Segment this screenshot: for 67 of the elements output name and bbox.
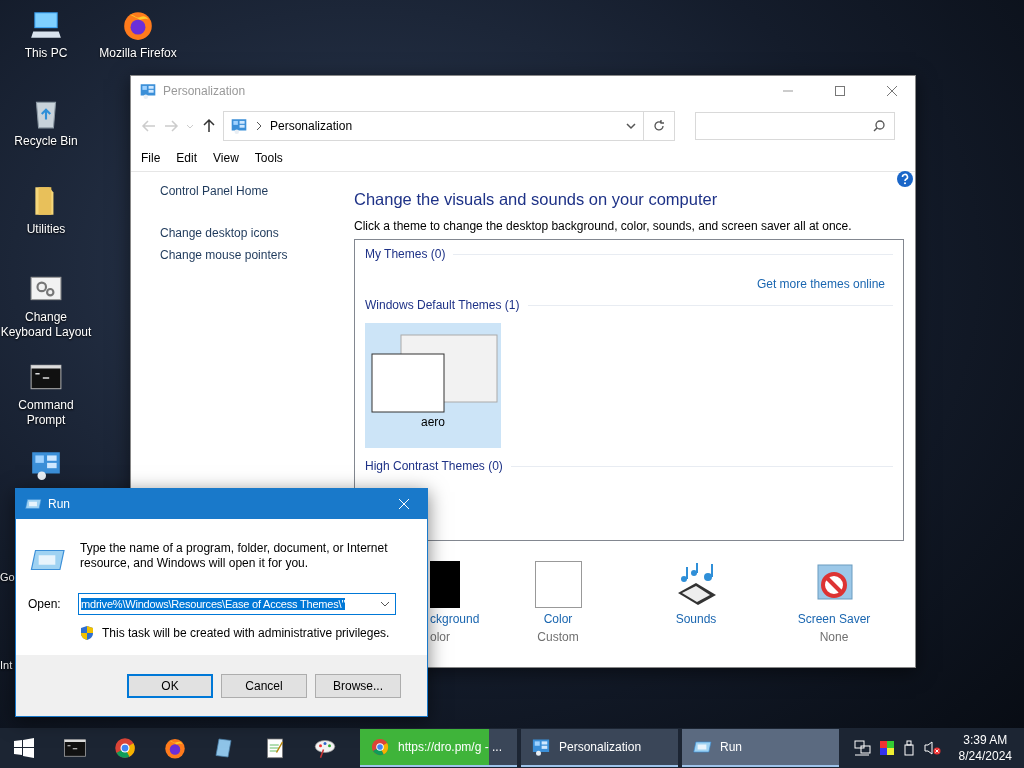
- shield-icon: [80, 625, 94, 641]
- control-panel-icon: [230, 117, 248, 135]
- dialog-button[interactable]: Cancel: [221, 673, 307, 698]
- dialog-button[interactable]: OK: [127, 673, 213, 698]
- setting-link[interactable]: ckground: [430, 612, 480, 626]
- up-arrow-icon[interactable]: [201, 118, 217, 134]
- page-heading: Change the visuals and sounds on your computer: [354, 190, 719, 209]
- sidebar-link[interactable]: Control Panel Home: [160, 184, 354, 198]
- color-swatch: [534, 561, 582, 608]
- dropdown-caret-icon[interactable]: [625, 120, 637, 132]
- windows-start-icon[interactable]: [14, 738, 34, 758]
- open-field[interactable]: mdrive%\Windows\Resources\Ease of Access Themes\": [78, 593, 396, 615]
- setting-link[interactable]: Color: [543, 612, 573, 626]
- terminal-icon: [63, 736, 87, 760]
- sidebar-link[interactable]: Change mouse pointers: [160, 248, 354, 262]
- more-themes-link[interactable]: Get more themes online: [756, 277, 885, 291]
- dialog-button[interactable]: Browse...: [315, 673, 401, 698]
- page-description: Click a theme to change the desktop background, color, sounds, and screen saver all at once.: [354, 219, 853, 233]
- sidebar-link[interactable]: Change desktop icons: [160, 226, 354, 240]
- desktop-icon-label[interactable]: This PC: [24, 46, 68, 61]
- theme-tile[interactable]: aero: [365, 323, 501, 448]
- setting-value: olor: [430, 630, 450, 644]
- desktop-icon-label[interactable]: Recycle Bin: [14, 134, 78, 149]
- color-display-icon[interactable]: [878, 740, 895, 756]
- control-panel-icon: [139, 82, 157, 100]
- group-title: High Contrast Themes (0): [365, 459, 503, 473]
- desktop-icon-label: Go: [0, 571, 15, 583]
- taskbar-button[interactable]: Run: [682, 729, 839, 767]
- maximize-icon[interactable]: [834, 85, 846, 97]
- fox-globe-icon: [163, 736, 187, 760]
- desktop-icon-label[interactable]: Command Prompt: [0, 398, 92, 428]
- menu-item[interactable]: Edit: [176, 151, 198, 165]
- help-icon[interactable]: [897, 171, 913, 187]
- menu-item[interactable]: File: [141, 151, 161, 165]
- taskbar-button[interactable]: Personalization: [521, 729, 678, 767]
- run-description: Type the name of a program, folder, document, or Internet resource, and Windows will open it for you.: [80, 541, 389, 571]
- chrome-logo-icon: [370, 737, 390, 757]
- menu-item[interactable]: Tools: [254, 151, 283, 165]
- search-icon: [872, 119, 886, 133]
- usb-drive-icon[interactable]: [902, 740, 915, 756]
- theme-name: aero: [421, 415, 445, 429]
- network-icon[interactable]: [852, 740, 871, 756]
- window-title: Run: [48, 497, 71, 511]
- chevron-icon: [256, 121, 262, 131]
- background-swatch: [430, 561, 460, 608]
- address-bar[interactable]: Personalization: [223, 111, 675, 141]
- clock[interactable]: 3:39 AM 8/24/2024: [958, 732, 1012, 764]
- breadcrumb-item[interactable]: Personalization: [270, 119, 353, 133]
- close-icon[interactable]: [886, 85, 898, 97]
- setting-link[interactable]: Screen Saver: [797, 612, 871, 626]
- setting-link[interactable]: Sounds: [675, 612, 717, 626]
- setting-value: None: [819, 630, 849, 644]
- group-title: Windows Default Themes (1): [365, 298, 520, 312]
- desktop-icon-label: Int: [0, 659, 13, 671]
- search-field[interactable]: [695, 112, 895, 140]
- control-panel-icon: [531, 737, 551, 757]
- desktop-icon-label[interactable]: Change Keyboard Layout: [0, 310, 92, 340]
- menu-item[interactable]: View: [213, 151, 239, 165]
- admin-note: This task will be created with administrative privileges.: [102, 626, 390, 640]
- muted-speaker-icon[interactable]: [922, 740, 941, 756]
- setting-value: Custom: [537, 630, 579, 644]
- open-label: Open:: [28, 597, 62, 611]
- chrome-logo-icon: [113, 736, 137, 760]
- window-title: Personalization: [163, 84, 247, 98]
- desktop-icon-label[interactable]: Mozilla Firefox: [99, 46, 177, 61]
- group-title: My Themes (0): [365, 247, 446, 261]
- desktop-icon-label[interactable]: Utilities: [26, 222, 66, 237]
